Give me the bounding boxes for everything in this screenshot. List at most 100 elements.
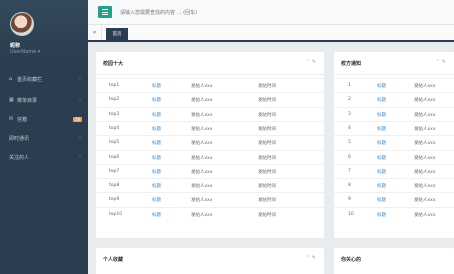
table-row[interactable]: top1 标题 发帖人xxx 发帖时间 bbox=[96, 78, 324, 92]
post-title-link[interactable]: 标题 bbox=[152, 155, 161, 161]
poster-cell: 发帖人xxx bbox=[191, 98, 213, 104]
notice-title-link[interactable]: 标题 bbox=[377, 83, 386, 89]
post-title-link[interactable]: 标题 bbox=[152, 197, 161, 203]
notices-panel: 校方通知 ⌃✎ 1 标题 发帖人xxx 2 标题 发帖人xxx 3 标题 发帖人xxx 4 标题 发帖… bbox=[334, 52, 454, 238]
table-row[interactable]: top5 标题 发帖人xxx 发帖时间 bbox=[96, 135, 324, 149]
notice-title-link[interactable]: 标题 bbox=[377, 183, 386, 189]
poster-cell: 发帖人xxx bbox=[414, 184, 436, 190]
post-time-cell: 发帖时间 bbox=[258, 141, 276, 147]
post-title-link[interactable]: 标题 bbox=[152, 97, 161, 103]
table-row[interactable]: top4 标题 发帖人xxx 发帖时间 bbox=[96, 120, 324, 135]
table-row[interactable]: top7 标题 发帖人xxx 发帖时间 bbox=[96, 163, 324, 178]
rank-cell: 10 bbox=[348, 211, 354, 217]
rank-cell: 3 bbox=[348, 111, 351, 117]
table-row[interactable]: 5 标题 发帖人xxx bbox=[334, 135, 454, 149]
sidebar-item-label: 菜单目录 bbox=[17, 97, 38, 104]
post-time-cell: 发帖时间 bbox=[258, 184, 276, 190]
notice-title-link[interactable]: 标题 bbox=[377, 112, 386, 118]
table-row[interactable]: top3 标题 发帖人xxx 发帖时间 bbox=[96, 106, 324, 121]
sidebar-item-menu[interactable]: ▦ 菜单目录 › bbox=[0, 93, 88, 107]
poster-cell: 发帖人xxx bbox=[414, 84, 436, 89]
table-row[interactable]: top8 标题 发帖人xxx 发帖时间 bbox=[96, 178, 324, 192]
poster-cell: 发帖人xxx bbox=[191, 212, 213, 218]
unread-badge: 16 bbox=[72, 116, 82, 122]
table-row[interactable]: 7 标题 发帖人xxx bbox=[334, 163, 454, 178]
poster-cell: 发帖人xxx bbox=[414, 126, 436, 132]
table-row[interactable]: 4 标题 发帖人xxx bbox=[334, 120, 454, 135]
poster-cell: 发帖人xxx bbox=[191, 184, 213, 190]
poster-cell: 发帖人xxx bbox=[191, 126, 213, 132]
wrench-icon[interactable]: ✎ bbox=[312, 255, 318, 261]
panel-title: 个人收藏 bbox=[103, 257, 124, 263]
sidebar-item-instant-messaging[interactable]: 即时通讯 › bbox=[0, 131, 88, 145]
table-row[interactable]: 6 标题 发帖人xxx bbox=[334, 149, 454, 164]
wrench-icon[interactable]: ✎ bbox=[442, 59, 448, 65]
post-time-cell: 发帖时间 bbox=[258, 126, 276, 132]
home-icon: ⌂ bbox=[9, 76, 13, 82]
search-input[interactable] bbox=[120, 7, 320, 18]
user-profile: 昵称 UserName ▾ bbox=[0, 0, 88, 64]
post-title-link[interactable]: 标题 bbox=[152, 112, 161, 118]
post-time-cell: 发帖时间 bbox=[258, 169, 276, 175]
tab-home[interactable]: 首页 bbox=[106, 28, 128, 40]
post-title-link[interactable]: 标题 bbox=[152, 83, 161, 89]
table-row[interactable]: top10 标题 发帖人xxx 发帖时间 bbox=[96, 206, 324, 221]
table-row[interactable]: 8 标题 发帖人xxx bbox=[334, 178, 454, 192]
rank-cell: top3 bbox=[109, 111, 120, 117]
table-row[interactable]: 9 标题 发帖人xxx bbox=[334, 192, 454, 206]
favorites-panel: 个人收藏 ⌃✎ bbox=[96, 248, 324, 274]
chart-icon: ▦ bbox=[9, 97, 14, 103]
panel-tools: ⌃✎ bbox=[436, 59, 448, 65]
post-time-cell: 发帖时间 bbox=[258, 98, 276, 104]
chevron-right-icon: › bbox=[79, 76, 81, 82]
rank-cell: top4 bbox=[109, 125, 120, 131]
table-row[interactable]: top2 标题 发帖人xxx 发帖时间 bbox=[96, 92, 324, 106]
rank-cell: 6 bbox=[348, 154, 351, 160]
wrench-icon[interactable]: ✎ bbox=[312, 59, 318, 65]
table-row[interactable]: 1 标题 发帖人xxx bbox=[334, 78, 454, 92]
sidebar-item-mailbox[interactable]: ✉ 信箱 16 bbox=[0, 112, 88, 126]
poster-cell: 发帖人xxx bbox=[414, 198, 436, 204]
notice-title-link[interactable]: 标题 bbox=[377, 212, 386, 218]
sidebar-item-label: 信箱 bbox=[17, 116, 28, 123]
post-title-link[interactable]: 标题 bbox=[152, 140, 161, 146]
rank-cell: 5 bbox=[348, 140, 351, 146]
post-title-link[interactable]: 标题 bbox=[152, 212, 161, 218]
notice-title-link[interactable]: 标题 bbox=[377, 197, 386, 203]
post-time-cell: 发帖时间 bbox=[258, 112, 276, 118]
chevron-right-icon: › bbox=[79, 154, 81, 160]
menu-toggle-button[interactable] bbox=[98, 6, 112, 18]
rank-cell: top9 bbox=[109, 197, 120, 203]
poster-cell: 发帖人xxx bbox=[414, 112, 436, 118]
sidebar-item-label: 首页收藏栏 bbox=[17, 76, 43, 83]
sidebar-item-favorites-bar[interactable]: ⌂ 首页收藏栏 › bbox=[0, 72, 88, 86]
rank-cell: top10 bbox=[109, 211, 123, 217]
post-title-link[interactable]: 标题 bbox=[152, 169, 161, 175]
notice-title-link[interactable]: 标题 bbox=[377, 155, 386, 161]
table-row[interactable]: 10 标题 发帖人xxx bbox=[334, 206, 454, 221]
poster-cell: 发帖人xxx bbox=[414, 141, 436, 147]
sidebar-item-following[interactable]: 关注的人 › bbox=[0, 150, 88, 164]
table-row[interactable]: 3 标题 发帖人xxx bbox=[334, 106, 454, 121]
rank-cell: 4 bbox=[348, 125, 351, 131]
panel-title: 校方通知 bbox=[341, 61, 362, 67]
notice-title-link[interactable]: 标题 bbox=[377, 169, 386, 175]
rank-cell: top6 bbox=[109, 154, 120, 160]
notice-title-link[interactable]: 标题 bbox=[377, 140, 386, 146]
tab-scroll-left-button[interactable]: « bbox=[88, 25, 102, 40]
poster-cell: 发帖人xxx bbox=[414, 98, 436, 104]
chevron-right-icon: › bbox=[79, 97, 81, 103]
table-row[interactable]: top6 标题 发帖人xxx 发帖时间 bbox=[96, 149, 324, 164]
table-row[interactable]: 2 标题 发帖人xxx bbox=[334, 92, 454, 106]
table-row[interactable]: top9 标题 发帖人xxx 发帖时间 bbox=[96, 192, 324, 206]
poster-cell: 发帖人xxx bbox=[191, 198, 213, 204]
poster-cell: 发帖人xxx bbox=[414, 155, 436, 161]
user-dropdown[interactable]: UserName ▾ bbox=[10, 49, 40, 55]
notice-title-link[interactable]: 标题 bbox=[377, 97, 386, 103]
poster-cell: 发帖人xxx bbox=[191, 155, 213, 161]
post-title-link[interactable]: 标题 bbox=[152, 183, 161, 189]
avatar[interactable] bbox=[10, 12, 34, 36]
post-title-link[interactable]: 标题 bbox=[152, 126, 161, 132]
notice-title-link[interactable]: 标题 bbox=[377, 126, 386, 132]
rank-cell: 8 bbox=[348, 183, 351, 189]
